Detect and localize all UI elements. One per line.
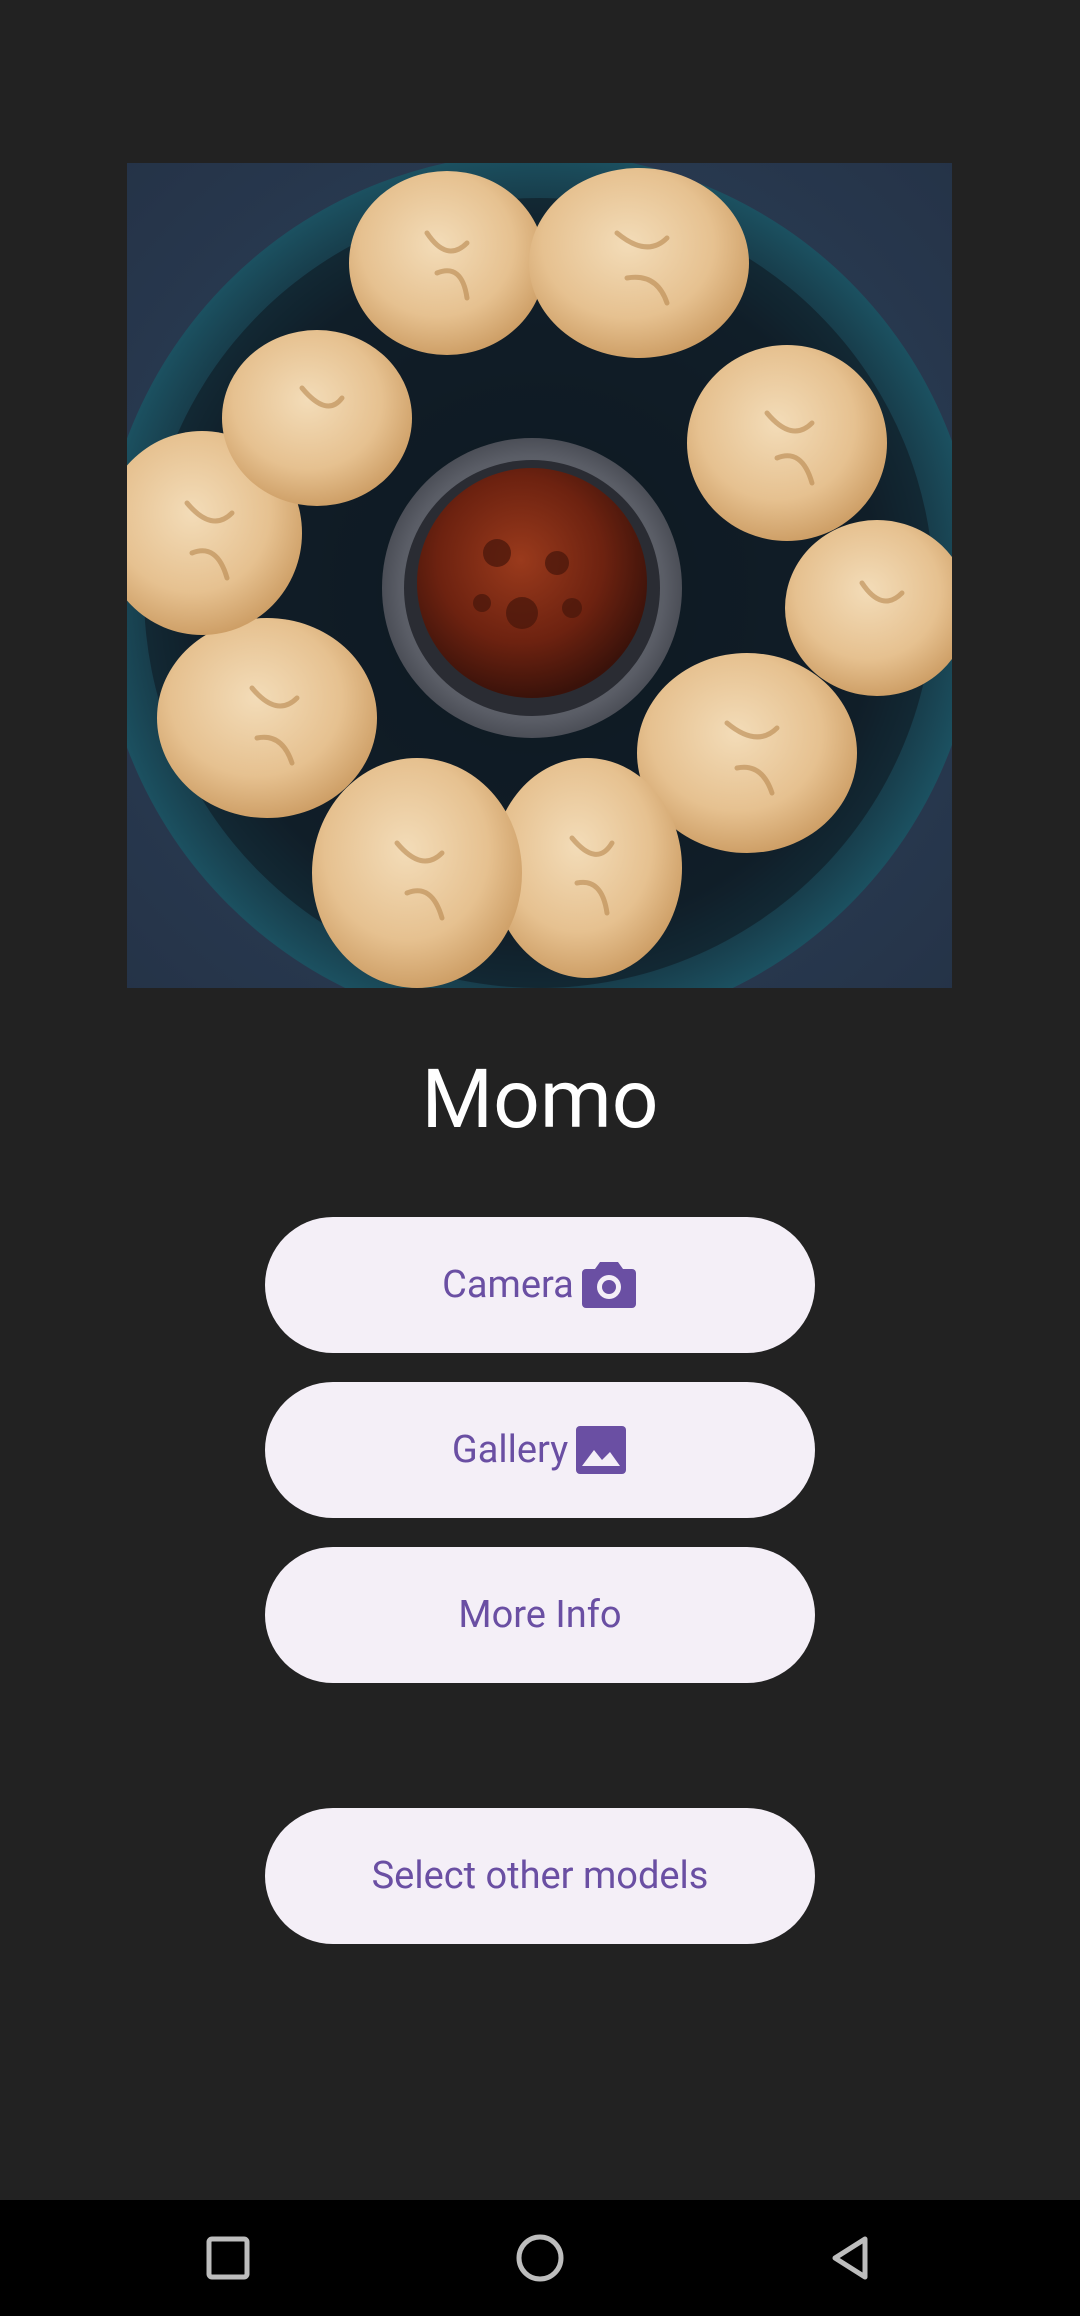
camera-button-label: Camera: [442, 1263, 574, 1307]
back-icon[interactable]: [812, 2220, 888, 2296]
select-models-button[interactable]: Select other models: [265, 1808, 815, 1944]
more-info-button[interactable]: More Info: [265, 1547, 815, 1683]
food-photo: [127, 163, 952, 988]
camera-button[interactable]: Camera: [265, 1217, 815, 1353]
select-models-button-label: Select other models: [371, 1854, 709, 1898]
more-info-button-label: More Info: [458, 1593, 622, 1637]
gallery-button-label: Gallery: [451, 1428, 569, 1472]
prediction-label: Momo: [421, 1052, 659, 1148]
camera-icon: [580, 1260, 638, 1310]
system-navigation-bar: [0, 2200, 1080, 2316]
home-icon[interactable]: [502, 2220, 578, 2296]
app-screen: Momo Camera Gallery More Info Select oth…: [0, 0, 1080, 2316]
recent-apps-icon[interactable]: [190, 2220, 266, 2296]
gallery-button[interactable]: Gallery: [265, 1382, 815, 1518]
image-icon: [574, 1424, 628, 1476]
